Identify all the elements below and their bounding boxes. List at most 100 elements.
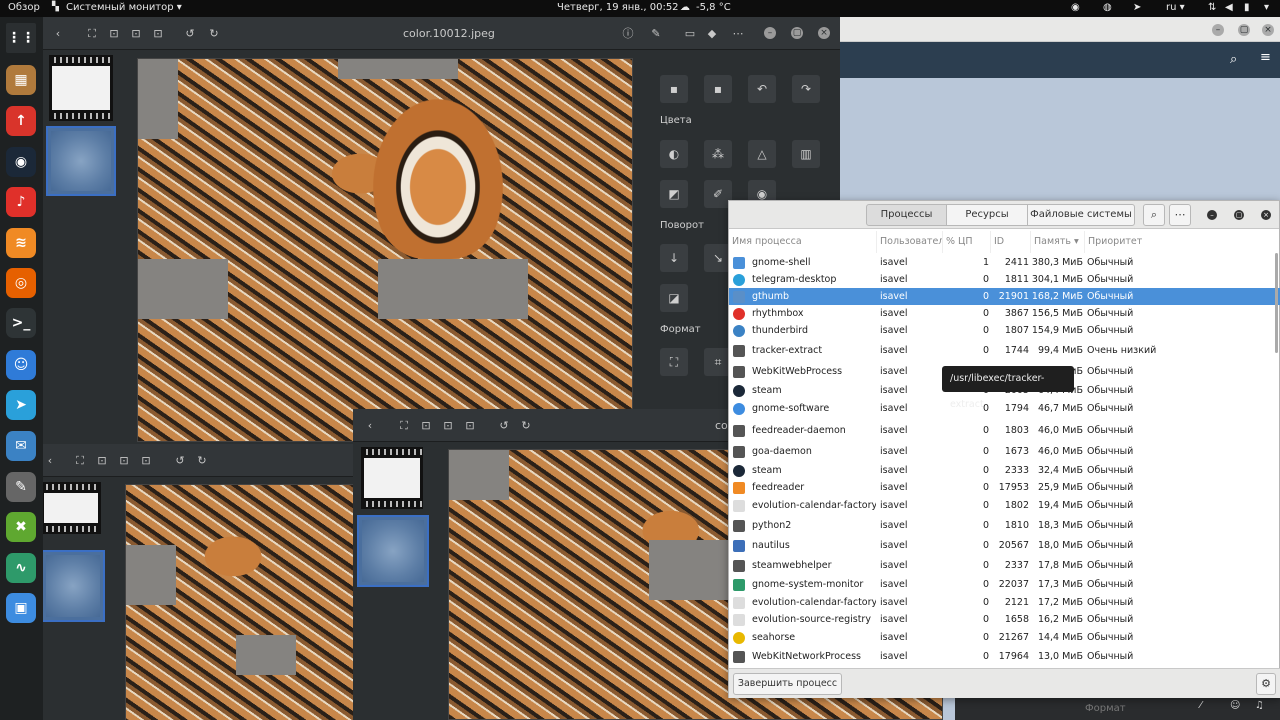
- apps-grid-icon[interactable]: ⋮⋮: [6, 23, 36, 53]
- grayscale-icon[interactable]: ▥: [792, 140, 820, 168]
- tab-processes[interactable]: Процессы: [866, 204, 947, 226]
- network-icon[interactable]: ⇅: [1208, 2, 1216, 13]
- archive-manager-icon[interactable]: ▦: [6, 65, 36, 95]
- save-icon[interactable]: ▪: [660, 75, 688, 103]
- curves-icon[interactable]: ◩: [660, 180, 688, 208]
- rotate-right-icon[interactable]: ↻: [193, 452, 211, 470]
- table-row[interactable]: tracker-extract isavel 0 1744 99,4 МиБ Очень …: [729, 339, 1280, 362]
- rhythmbox-icon[interactable]: ♪: [6, 187, 36, 217]
- rotate-down-icon[interactable]: ↓: [660, 244, 688, 272]
- weather-temp[interactable]: -5,8 °C: [696, 2, 731, 13]
- zoom-height-icon[interactable]: ⊡: [149, 25, 167, 43]
- info-icon[interactable]: ⓘ: [619, 25, 637, 43]
- steam-icon[interactable]: ◉: [6, 147, 36, 177]
- table-row[interactable]: WebKitNetworkProcess isavel 0 17964 13,0 МиБ…: [729, 648, 1280, 665]
- battery-icon[interactable]: ▮: [1244, 2, 1250, 13]
- column-cpu[interactable]: % ЦП: [943, 231, 991, 253]
- image-viewer[interactable]: [137, 58, 633, 442]
- more-options-icon[interactable]: ⋯: [1169, 204, 1191, 226]
- rotate-left-icon[interactable]: ↺: [181, 25, 199, 43]
- zoom-height-icon[interactable]: ⊡: [137, 452, 155, 470]
- table-row[interactable]: nautilus isavel 0 20567 18,0 МиБ Обычный: [729, 536, 1280, 556]
- rotate-right-icon[interactable]: ↻: [517, 417, 535, 435]
- terminal-icon[interactable]: >_: [6, 308, 36, 338]
- save-as-icon[interactable]: ▪: [704, 75, 732, 103]
- slash-icon[interactable]: ⁄: [1200, 700, 1202, 711]
- fit-icon[interactable]: ⛶: [83, 25, 101, 43]
- fit-icon[interactable]: ⛶: [71, 452, 89, 470]
- photo-viewer-icon[interactable]: ▣: [6, 593, 36, 623]
- table-row[interactable]: gnome-software isavel 0 1794 46,7 МиБ Обычный: [729, 399, 1280, 419]
- tag-icon[interactable]: ◆: [703, 25, 721, 43]
- maximize-icon[interactable]: ▢: [791, 27, 803, 39]
- table-row[interactable]: evolution-calendar-factory-su isavel 0 2121…: [729, 594, 1280, 611]
- table-row[interactable]: feedreader-daemon isavel 0 1803 46,0 МиБ Обыч…: [729, 419, 1280, 442]
- firefox-icon[interactable]: ◎: [6, 268, 36, 298]
- levels-icon[interactable]: △: [748, 140, 776, 168]
- column-priority[interactable]: Приоритет: [1085, 231, 1280, 253]
- fit-icon[interactable]: ⛶: [395, 417, 413, 435]
- thumbnail-1[interactable]: [43, 482, 101, 534]
- table-row[interactable]: steam isavel 0 2333 32,4 МиБ Обычный: [729, 462, 1280, 479]
- table-row[interactable]: thunderbird isavel 0 1807 154,9 МиБ Обычный: [729, 322, 1280, 339]
- table-row[interactable]: evolution-calendar-factory-su isavel 0 1802…: [729, 496, 1280, 516]
- zoom-height-icon[interactable]: ⊡: [461, 417, 479, 435]
- minimize-icon[interactable]: –: [764, 27, 776, 39]
- emoji-icon[interactable]: ☺: [1230, 700, 1240, 711]
- steam-tray-icon[interactable]: ◉: [1071, 2, 1080, 13]
- column-memory[interactable]: Память ▾: [1031, 231, 1085, 253]
- table-row[interactable]: goa-daemon isavel 0 1673 46,0 МиБ Обычный: [729, 442, 1280, 462]
- tab-resources[interactable]: Ресурсы: [946, 204, 1028, 226]
- column-process-name[interactable]: Имя процесса: [729, 231, 877, 253]
- table-row[interactable]: gnome-shell isavel 1 2411 380,3 МиБ Обычный: [729, 254, 1280, 271]
- back-icon[interactable]: ‹: [49, 25, 67, 43]
- search-icon[interactable]: ⌕: [1143, 204, 1165, 226]
- system-menu-icon[interactable]: ▾: [1264, 2, 1269, 13]
- more-icon[interactable]: ⋯: [729, 25, 747, 43]
- zoom-fit-icon[interactable]: ⊡: [93, 452, 111, 470]
- table-row[interactable]: seahorse isavel 0 21267 14,4 МиБ Обычный: [729, 628, 1280, 648]
- thumbnail-2-selected[interactable]: [357, 515, 429, 587]
- rss-icon[interactable]: ≋: [6, 228, 36, 258]
- back-icon[interactable]: ‹: [43, 452, 59, 470]
- edit-icon[interactable]: ✎: [647, 25, 665, 43]
- maximize-icon[interactable]: ▢: [1234, 210, 1244, 220]
- end-process-button[interactable]: Завершить процесс: [733, 673, 842, 695]
- zoom-fit-icon[interactable]: ⊡: [417, 417, 435, 435]
- finder-icon[interactable]: ☺: [6, 350, 36, 380]
- close-icon[interactable]: ×: [818, 27, 830, 39]
- process-list-scrollbar[interactable]: [1275, 253, 1278, 353]
- table-row[interactable]: gthumb isavel 0 21901 168,2 МиБ Обычный: [729, 288, 1280, 305]
- palette-icon[interactable]: ⁂: [704, 140, 732, 168]
- zoom-width-icon[interactable]: ⊡: [127, 25, 145, 43]
- table-row[interactable]: gnome-system-monitor isavel 0 22037 17,3 МиБ…: [729, 576, 1280, 594]
- system-monitor-icon[interactable]: ∿: [6, 553, 36, 583]
- contrast-icon[interactable]: ◐: [660, 140, 688, 168]
- vpn-tray-icon[interactable]: ◍: [1103, 2, 1112, 13]
- table-row[interactable]: python2 isavel 0 1810 18,3 МиБ Обычный: [729, 516, 1280, 536]
- back-icon[interactable]: ‹: [361, 417, 379, 435]
- activities-button[interactable]: Обзор: [8, 2, 40, 13]
- gimp-icon[interactable]: ✎: [6, 472, 36, 502]
- zoom-width-icon[interactable]: ⊡: [115, 452, 133, 470]
- minimize-icon[interactable]: –: [1212, 24, 1224, 36]
- clock[interactable]: Четверг, 19 янв., 00:52: [557, 2, 679, 13]
- column-id[interactable]: ID: [991, 231, 1031, 253]
- language-indicator[interactable]: ru ▾: [1166, 2, 1185, 13]
- zoom-fit-icon[interactable]: ⊡: [105, 25, 123, 43]
- rotate-right-icon[interactable]: ↻: [205, 25, 223, 43]
- image-viewer[interactable]: [125, 484, 356, 720]
- search-icon[interactable]: ⌕: [1230, 52, 1237, 67]
- close-icon[interactable]: ×: [1261, 210, 1271, 220]
- menu-icon[interactable]: ≡: [1260, 50, 1271, 65]
- tab-filesystems[interactable]: Файловые системы: [1027, 204, 1135, 226]
- tools-icon[interactable]: ✖: [6, 512, 36, 542]
- app-menu[interactable]: Системный монитор ▾: [66, 2, 182, 13]
- flip-icon[interactable]: ◪: [660, 284, 688, 312]
- column-user[interactable]: Пользователь: [877, 231, 943, 253]
- telegram-icon[interactable]: ➤: [6, 390, 36, 420]
- thumbnail-1[interactable]: [361, 447, 423, 509]
- volume-icon[interactable]: ◀: [1225, 2, 1233, 13]
- comment-icon[interactable]: ▭: [681, 25, 699, 43]
- table-row[interactable]: rhythmbox isavel 0 3867 156,5 МиБ Обычный: [729, 305, 1280, 322]
